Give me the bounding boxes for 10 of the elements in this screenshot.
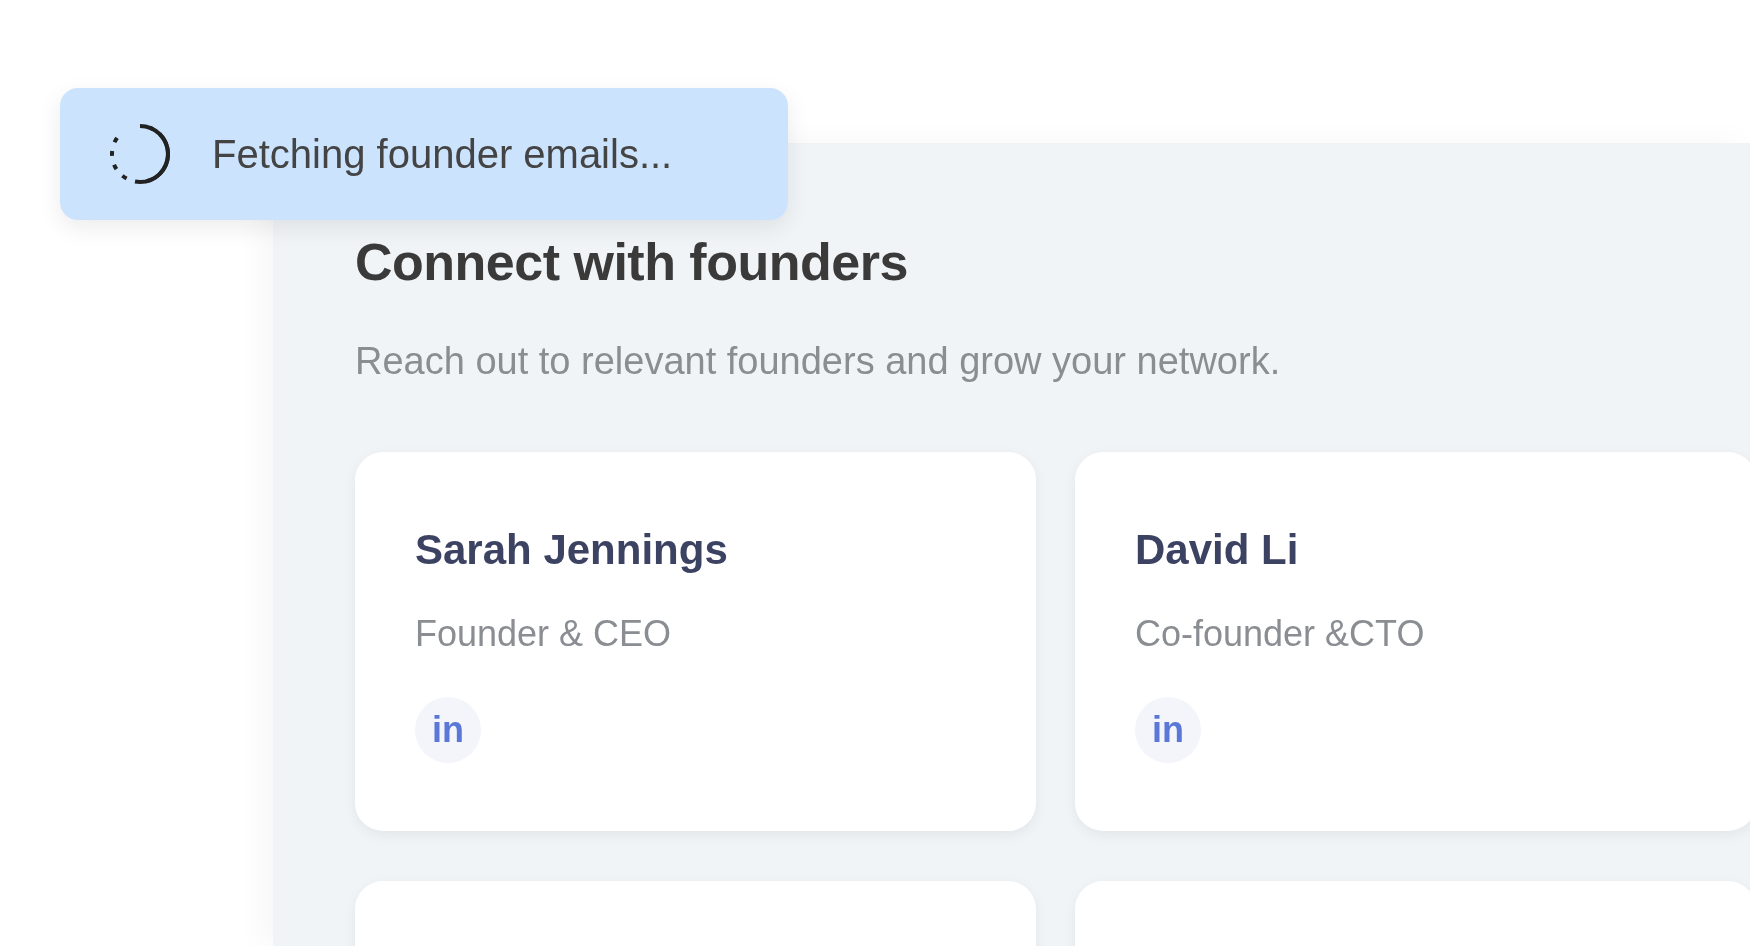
founder-name: Sarah Jennings bbox=[415, 525, 729, 576]
spinner-icon bbox=[108, 122, 172, 186]
linkedin-button[interactable]: in bbox=[415, 697, 481, 764]
subtitle: Reach out to relevant founders and grow your network. bbox=[355, 339, 1282, 385]
founder-role: Founder & CEO bbox=[415, 612, 673, 657]
linkedin-button[interactable]: in bbox=[1135, 697, 1201, 764]
founder-role: Co-founder &CTO bbox=[1135, 612, 1426, 657]
toast-message: Fetching founder emails... bbox=[212, 131, 673, 178]
heading: Connect with founders bbox=[355, 232, 909, 293]
founder-name: David Li bbox=[1135, 525, 1300, 576]
